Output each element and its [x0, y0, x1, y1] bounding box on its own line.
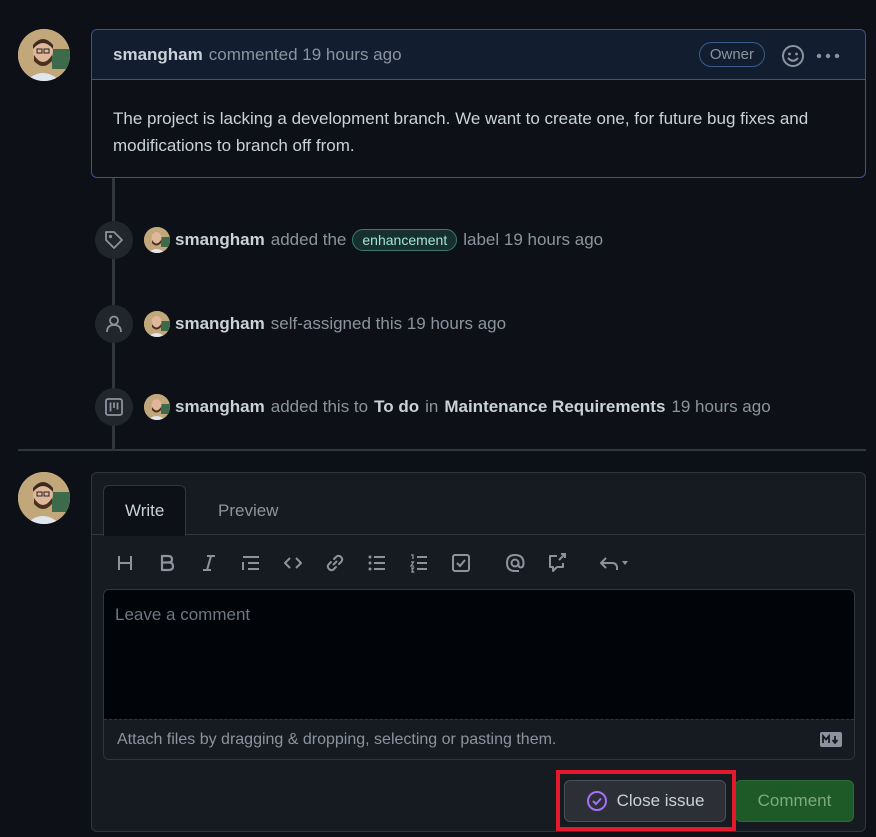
- event-avatar[interactable]: [144, 227, 170, 253]
- attach-files-bar[interactable]: Attach files by dragging & dropping, sel…: [104, 719, 854, 759]
- timeline-event-label: smangham added the enhancement label 19 …: [95, 221, 603, 259]
- comment-textarea[interactable]: [104, 590, 854, 720]
- author-avatar[interactable]: [18, 29, 70, 81]
- task-list-icon[interactable]: [440, 550, 482, 576]
- tab-write[interactable]: Write: [103, 485, 187, 536]
- project-column-link[interactable]: To do: [374, 397, 419, 417]
- comment-timestamp[interactable]: commented 19 hours ago: [209, 45, 402, 65]
- bold-icon[interactable]: [146, 550, 188, 576]
- event-text: label 19 hours ago: [463, 230, 604, 249]
- timeline-event-assign: smangham self-assigned this 19 hours ago: [95, 305, 506, 343]
- comment-header: smangham commented 19 hours ago Owner: [92, 30, 865, 80]
- smiley-icon[interactable]: [781, 44, 805, 68]
- cross-reference-icon[interactable]: [536, 550, 578, 576]
- comment-textarea-container: Attach files by dragging & dropping, sel…: [103, 589, 855, 760]
- tag-icon: [95, 221, 133, 259]
- markdown-icon[interactable]: [820, 732, 842, 747]
- numbered-list-icon[interactable]: [398, 550, 440, 576]
- event-timestamp[interactable]: 19 hours ago: [671, 397, 770, 417]
- link-icon[interactable]: [314, 550, 356, 576]
- person-icon: [95, 305, 133, 343]
- markdown-toolbar: [104, 550, 638, 576]
- issue-comment: smangham commented 19 hours ago Owner Th…: [91, 29, 866, 178]
- italic-icon[interactable]: [188, 550, 230, 576]
- quote-icon[interactable]: [230, 550, 272, 576]
- enhancement-label[interactable]: enhancement: [352, 229, 458, 251]
- event-author[interactable]: smangham: [175, 314, 265, 334]
- close-issue-button[interactable]: Close issue: [564, 780, 726, 822]
- event-text: in: [425, 397, 439, 416]
- event-text: added this to: [270, 397, 369, 416]
- check-circle-icon: [586, 791, 607, 811]
- comment-button[interactable]: Comment: [735, 780, 854, 822]
- event-author[interactable]: smangham: [175, 397, 265, 417]
- event-avatar[interactable]: [144, 394, 170, 420]
- tab-preview[interactable]: Preview: [197, 485, 299, 536]
- timeline-divider: [18, 449, 866, 451]
- heading-icon[interactable]: [104, 550, 146, 576]
- new-comment-form: Write Preview Leave a comment Attach fil…: [91, 472, 866, 832]
- comment-author[interactable]: smangham: [113, 45, 203, 65]
- event-text: self-assigned this 19 hours ago: [270, 314, 507, 333]
- editor-tabs: Write Preview: [92, 473, 865, 536]
- code-icon[interactable]: [272, 550, 314, 576]
- mention-icon[interactable]: [494, 550, 536, 576]
- event-avatar[interactable]: [144, 311, 170, 337]
- kebab-menu-icon[interactable]: [815, 44, 841, 68]
- comment-body: The project is lacking a development bra…: [113, 109, 809, 155]
- event-author[interactable]: smangham: [175, 230, 265, 250]
- project-icon: [95, 388, 133, 426]
- timeline-event-project: smangham added this to To do in Maintena…: [95, 388, 771, 426]
- owner-badge: Owner: [698, 42, 765, 67]
- bulleted-list-icon[interactable]: [356, 550, 398, 576]
- current-user-avatar[interactable]: [18, 472, 70, 524]
- attach-files-text: Attach files by dragging & dropping, sel…: [117, 730, 557, 748]
- event-text: added the: [270, 230, 347, 249]
- close-issue-label: Close issue: [616, 791, 705, 810]
- reply-icon[interactable]: [590, 550, 638, 576]
- project-link[interactable]: Maintenance Requirements: [444, 397, 665, 417]
